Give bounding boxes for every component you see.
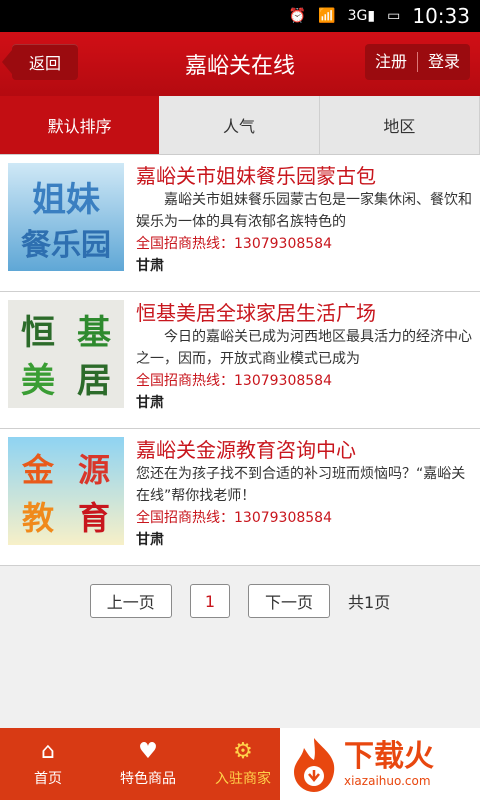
merchant-name[interactable]: 嘉峪关市姐妹餐乐园蒙古包 (136, 163, 472, 189)
watermark: 下载火 xiazaihuo.com (280, 728, 480, 800)
page-total: 共1页 (348, 593, 391, 612)
svg-text:美: 美 (21, 361, 55, 401)
nav-label: 首页 (34, 771, 62, 787)
watermark-url: xiazaihuo.com (344, 774, 431, 788)
gear-icon: ⚙ (233, 739, 253, 764)
current-page-button[interactable]: 1 (189, 584, 230, 618)
heart-icon: ♥ (138, 739, 158, 764)
merchant-list: 姐妹 餐乐园 嘉峪关市姐妹餐乐园蒙古包 嘉峪关市姐妹餐乐园蒙古包是一家集休闲、餐… (0, 155, 480, 566)
nav-featured[interactable]: ♥ 特色商品 (96, 728, 200, 800)
merchant-thumbnail: 金 源 教 育 (8, 437, 124, 545)
register-button[interactable]: 注册 (365, 44, 417, 80)
status-time: 10:33 (412, 4, 470, 28)
nav-home[interactable]: ⌂ 首页 (0, 728, 96, 800)
list-item[interactable]: 金 源 教 育 嘉峪关金源教育咨询中心 您还在为孩子找不到合适的补习班而烦恼吗？… (0, 429, 480, 566)
network-label: 3G (347, 8, 368, 24)
list-item[interactable]: 恒 基 美 居 恒基美居全球家居生活广场 今日的嘉峪关已成为河西地区最具活力的经… (0, 292, 480, 429)
nav-label: 特色商品 (120, 771, 176, 787)
svg-text:教: 教 (22, 499, 54, 537)
merchant-phone: 全国招商热线：13079308584 (136, 236, 332, 252)
merchant-description: 您还在为孩子找不到合适的补习班而烦恼吗？“嘉峪关在线”帮你找老师！ (136, 466, 466, 504)
tab-default-sort[interactable]: 默认排序 (0, 96, 160, 154)
merchant-region: 甘肃 (136, 532, 164, 548)
list-item[interactable]: 姐妹 餐乐园 嘉峪关市姐妹餐乐园蒙古包 嘉峪关市姐妹餐乐园蒙古包是一家集休闲、餐… (0, 155, 480, 292)
merchant-description: 今日的嘉峪关已成为河西地区最具活力的经济中心之一，因而，开放式商业模式已成为 (136, 329, 472, 367)
wifi-icon: 📶 (318, 8, 336, 24)
nav-label: 入驻商家 (215, 771, 271, 787)
svg-text:金: 金 (21, 451, 55, 489)
alarm-icon: ⏰ (288, 8, 307, 24)
nav-merchants[interactable]: ⚙ 入驻商家 (200, 728, 286, 800)
app-header: 返回 嘉峪关在线 注册 登录 (0, 32, 480, 96)
merchant-name[interactable]: 嘉峪关金源教育咨询中心 (136, 437, 472, 463)
merchant-region: 甘肃 (136, 395, 164, 411)
tab-popularity[interactable]: 人气 (159, 96, 320, 154)
svg-text:育: 育 (78, 499, 110, 537)
prev-page-button[interactable]: 上一页 (89, 584, 172, 618)
svg-text:恒: 恒 (21, 313, 55, 353)
home-icon: ⌂ (41, 739, 55, 764)
svg-text:居: 居 (77, 361, 111, 401)
merchant-name[interactable]: 恒基美居全球家居生活广场 (136, 300, 472, 326)
back-button[interactable]: 返回 (2, 44, 78, 80)
merchant-phone: 全国招商热线：13079308584 (136, 373, 332, 389)
login-button[interactable]: 登录 (418, 44, 470, 80)
flame-logo-icon (294, 738, 335, 792)
status-bar: ⏰ 📶 3G▮ ▭ 10:33 (0, 0, 480, 32)
signal-icon: 3G▮ (347, 8, 376, 24)
svg-text:基: 基 (77, 313, 111, 353)
pagination: 上一页 1 下一页 共1页 (0, 566, 480, 636)
sort-tabs: 默认排序 人气 地区 (0, 96, 480, 155)
merchant-phone: 全国招商热线：13079308584 (136, 510, 332, 526)
auth-buttons: 注册 登录 (364, 44, 470, 80)
merchant-description: 嘉峪关市姐妹餐乐园蒙古包是一家集休闲、餐饮和娱乐为一体的具有浓郁名族特色的 (136, 192, 472, 230)
battery-icon: ▭ (387, 8, 401, 24)
merchant-region: 甘肃 (136, 258, 164, 274)
merchant-thumbnail: 恒 基 美 居 (8, 300, 124, 408)
merchant-thumbnail: 姐妹 餐乐园 (8, 163, 124, 271)
next-page-button[interactable]: 下一页 (248, 584, 331, 618)
svg-text:餐乐园: 餐乐园 (21, 228, 111, 263)
tab-region[interactable]: 地区 (320, 96, 480, 154)
svg-text:源: 源 (78, 451, 110, 489)
page-title: 嘉峪关在线 (184, 54, 295, 79)
watermark-title: 下载火 (344, 739, 434, 774)
svg-text:姐妹: 姐妹 (32, 180, 100, 220)
